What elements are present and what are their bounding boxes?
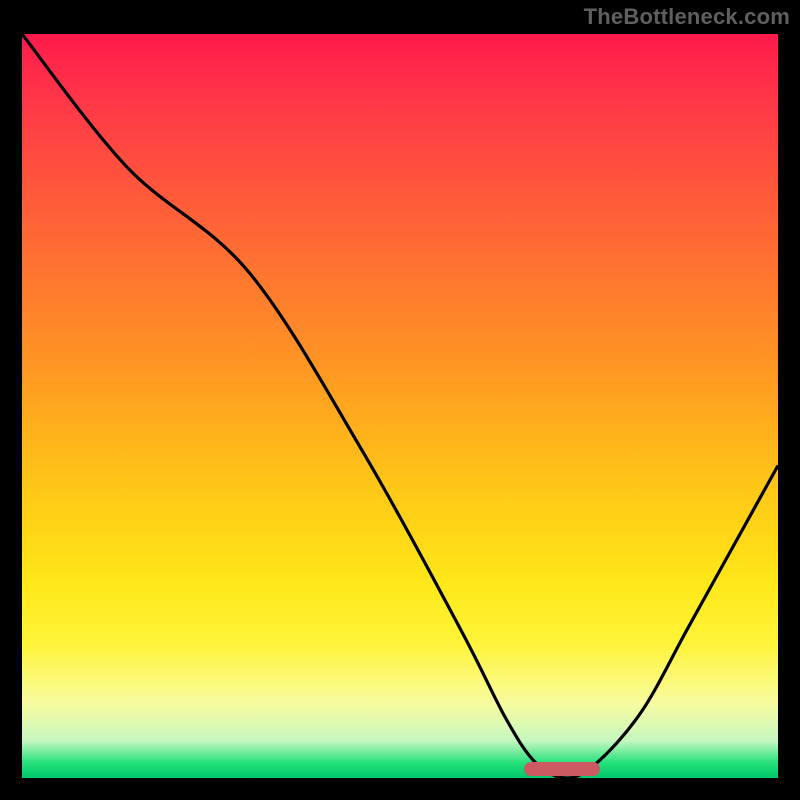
plot-area: [22, 34, 778, 778]
attribution-label: TheBottleneck.com: [584, 4, 790, 30]
plot-frame: [18, 30, 782, 782]
bottleneck-curve: [22, 34, 778, 778]
optimal-marker: [524, 762, 600, 776]
curve-path: [22, 34, 778, 778]
chart-container: TheBottleneck.com: [0, 0, 800, 800]
